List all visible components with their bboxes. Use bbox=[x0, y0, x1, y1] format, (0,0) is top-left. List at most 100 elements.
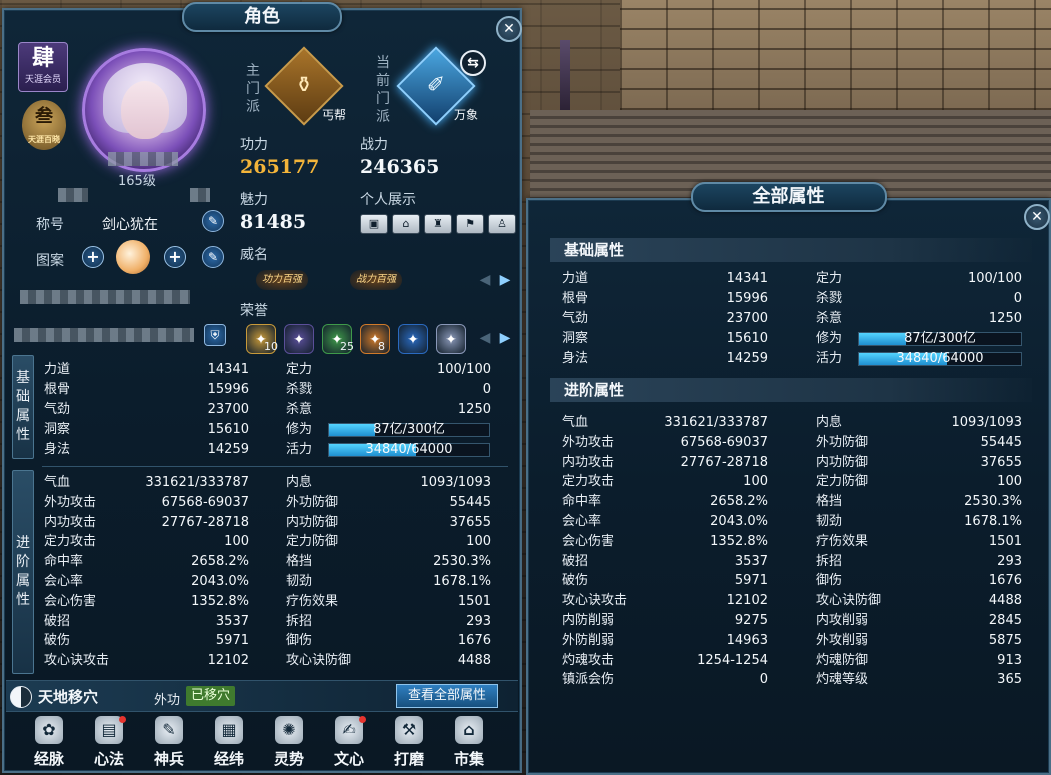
stat-name: 外功防御 bbox=[286, 494, 339, 510]
prestige-prev-icon[interactable]: ◀ bbox=[478, 272, 492, 288]
stat-value: 27767-28718 bbox=[161, 514, 249, 530]
current-sect-label: 当前门派 bbox=[376, 55, 390, 125]
stat-row: 定力防御 100 bbox=[286, 532, 491, 552]
stat-name: 活力 bbox=[286, 442, 313, 457]
fashion-showcase-button[interactable]: ⚑ bbox=[456, 214, 484, 234]
add-pattern-button-right[interactable]: + bbox=[164, 246, 186, 268]
stat-row: 杀戮 0 bbox=[286, 380, 491, 400]
stat-name: 会心伤害 bbox=[562, 533, 615, 549]
stat-value: 1250 bbox=[457, 402, 491, 417]
swap-sect-icon[interactable]: ⇆ bbox=[460, 50, 486, 76]
prestige-tag-kungfu[interactable]: 功力百强 bbox=[256, 270, 308, 290]
stat-row: 内功防御 37655 bbox=[286, 513, 491, 533]
stone-wall bbox=[620, 0, 1051, 110]
stat-value: 37655 bbox=[449, 514, 491, 530]
stat-name: 身法 bbox=[562, 351, 589, 366]
close-icon[interactable]: ✕ bbox=[1024, 204, 1050, 230]
character-header: 肆 天涯会员 叁 天涯百晓 165级 称号 剑心犹在 ✎ 图案 + + ✎ ⛨ … bbox=[10, 34, 516, 354]
stat-row: 根骨 15996 bbox=[562, 289, 768, 309]
honor-next-icon[interactable]: ▶ bbox=[498, 330, 512, 346]
prestige-tag-combat[interactable]: 战力百强 bbox=[350, 270, 402, 290]
outfit-showcase-button[interactable]: ♙ bbox=[488, 214, 516, 234]
stat-value: 23700 bbox=[207, 402, 249, 417]
stat-value: 4488 bbox=[457, 653, 491, 669]
stat-row: 外功防御 55445 bbox=[816, 433, 1022, 453]
stat-value: 14341 bbox=[207, 362, 249, 377]
stat-row: 外功防御 55445 bbox=[286, 493, 491, 513]
stat-value: 293 bbox=[466, 613, 491, 629]
stat-name: 镇派会伤 bbox=[562, 672, 615, 688]
stat-row: 杀戮 0 bbox=[816, 289, 1022, 309]
stat-name: 定力防御 bbox=[816, 474, 869, 490]
stat-row: 内攻削弱 2845 bbox=[816, 611, 1022, 631]
stat-value: 2658.2% bbox=[710, 494, 768, 510]
stat-row: 活力 34840/64000 bbox=[816, 349, 1022, 369]
stat-name: 内息 bbox=[816, 415, 843, 430]
nav-book-button[interactable]: ▤ 心法 bbox=[84, 716, 134, 772]
stat-row: 会心率 2043.0% bbox=[562, 512, 768, 532]
stat-value: 1352.8% bbox=[191, 593, 249, 609]
gem-icon[interactable]: ✦ bbox=[436, 324, 466, 354]
stat-name: 洞察 bbox=[44, 422, 71, 437]
stat-row: 修为 87亿/300亿 bbox=[816, 329, 1022, 349]
nav-meridian-button[interactable]: ✿ 经脉 bbox=[24, 716, 74, 772]
stat-name: 内防削弱 bbox=[562, 613, 615, 628]
nav-hammer-button[interactable]: ⚒ 打磨 bbox=[384, 716, 434, 772]
stat-name: 定力 bbox=[816, 271, 843, 286]
master-icon[interactable]: ✦ bbox=[360, 324, 390, 354]
stat-row: 气血 331621/333787 bbox=[44, 473, 249, 493]
stat-value: 331621/333787 bbox=[664, 415, 768, 430]
character-panel: 角色 ✕ 肆 天涯会员 叁 天涯百晓 165级 称号 剑心犹在 ✎ 图案 + +… bbox=[2, 2, 522, 773]
stat-name: 内功攻击 bbox=[562, 454, 615, 470]
pattern-label: 图案 bbox=[36, 253, 64, 269]
progress-text: 87亿/300亿 bbox=[904, 331, 976, 346]
stat-name: 活力 bbox=[816, 351, 843, 366]
stat-name: 气劲 bbox=[562, 311, 589, 326]
basic-attributes-tab[interactable]: 基础属性 bbox=[12, 355, 34, 459]
card-showcase-button[interactable]: ▣ bbox=[360, 214, 388, 234]
mount-showcase-button[interactable]: ♜ bbox=[424, 214, 452, 234]
nav-label: 文心 bbox=[333, 750, 364, 768]
pattern-icon[interactable] bbox=[116, 240, 150, 274]
stat-name: 攻心诀防御 bbox=[286, 653, 352, 669]
stat-name: 杀戮 bbox=[816, 291, 843, 306]
stat-row: 灼魂防御 913 bbox=[816, 651, 1022, 671]
c-icon[interactable]: ✦ bbox=[284, 324, 314, 354]
nav-grid-button[interactable]: ▦ 经纬 bbox=[204, 716, 254, 772]
edit-pattern-button[interactable]: ✎ bbox=[202, 246, 224, 268]
stat-value: 0 bbox=[482, 382, 491, 397]
stat-name: 气血 bbox=[44, 475, 71, 490]
honor-count: 8 bbox=[378, 340, 385, 353]
stat-value: 1676 bbox=[988, 573, 1022, 589]
rank-icon[interactable]: ✦ bbox=[398, 324, 428, 354]
main-sect-name: 丐帮 bbox=[322, 108, 347, 122]
vitality-progress: 34840/64000 bbox=[858, 352, 1022, 366]
charm-value: 81485 bbox=[240, 211, 307, 233]
market-icon: ⌂ bbox=[455, 716, 483, 744]
home-showcase-button[interactable]: ⌂ bbox=[392, 214, 420, 234]
transfer-title: 天地移穴 bbox=[38, 688, 99, 706]
nav-market-button[interactable]: ⌂ 市集 bbox=[444, 716, 494, 772]
stat-row: 格挡 2530.3% bbox=[286, 552, 491, 572]
stat-row: 破招 3537 bbox=[44, 612, 249, 632]
advanced-attributes-tab[interactable]: 进阶属性 bbox=[12, 470, 34, 674]
nav-weapon-button[interactable]: ✎ 神兵 bbox=[144, 716, 194, 772]
shield-icon[interactable]: ⛨ bbox=[204, 324, 226, 346]
all-advanced-attributes-table: 气血 331621/333787 外功攻击 67568-69037 内功攻击 27767-… bbox=[562, 413, 1024, 693]
stat-row: 定力攻击 100 bbox=[562, 472, 768, 492]
stat-value: 27767-28718 bbox=[680, 454, 768, 470]
stat-name: 拆招 bbox=[286, 613, 313, 629]
stat-name: 力道 bbox=[562, 271, 589, 286]
nav-spirit-button[interactable]: ✺ 灵势 bbox=[264, 716, 314, 772]
honor-prev-icon[interactable]: ◀ bbox=[478, 330, 492, 346]
stat-name: 攻心诀攻击 bbox=[44, 653, 110, 669]
stat-row: 攻心诀攻击 12102 bbox=[44, 651, 249, 671]
view-all-attributes-button[interactable]: 查看全部属性 bbox=[396, 684, 498, 708]
edit-title-button[interactable]: ✎ bbox=[202, 210, 224, 232]
prestige-next-icon[interactable]: ▶ bbox=[498, 272, 512, 288]
stat-value: 100 bbox=[743, 474, 768, 490]
stat-row: 定力攻击 100 bbox=[44, 532, 249, 552]
nav-pen-button[interactable]: ✍ 文心 bbox=[324, 716, 374, 772]
add-pattern-button-left[interactable]: + bbox=[82, 246, 104, 268]
stat-name: 会心率 bbox=[562, 514, 602, 529]
